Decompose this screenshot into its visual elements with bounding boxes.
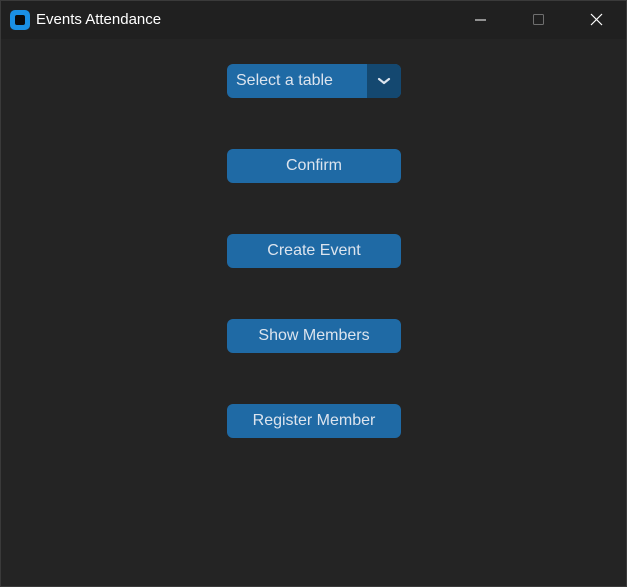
title-bar[interactable]: Events Attendance [1,1,626,39]
dropdown-arrow-button[interactable] [367,64,401,98]
chevron-down-icon [377,77,391,85]
minimize-button[interactable] [457,1,503,39]
confirm-button[interactable]: Confirm [227,149,401,183]
minimize-icon [475,19,486,21]
close-button[interactable] [573,1,619,39]
app-window: Events Attendance Select a table Confirm… [0,0,627,587]
table-select-value: Select a table [236,72,333,89]
show-members-button[interactable]: Show Members [227,319,401,353]
window-title: Events Attendance [36,11,162,28]
main-content: Select a table Confirm Create Event Show… [1,39,626,586]
maximize-icon [533,14,544,25]
close-icon [590,13,603,26]
maximize-button[interactable] [515,1,561,39]
register-member-button[interactable]: Register Member [227,404,401,438]
app-icon [10,10,30,30]
create-event-button[interactable]: Create Event [227,234,401,268]
table-select-dropdown[interactable]: Select a table [227,64,401,98]
